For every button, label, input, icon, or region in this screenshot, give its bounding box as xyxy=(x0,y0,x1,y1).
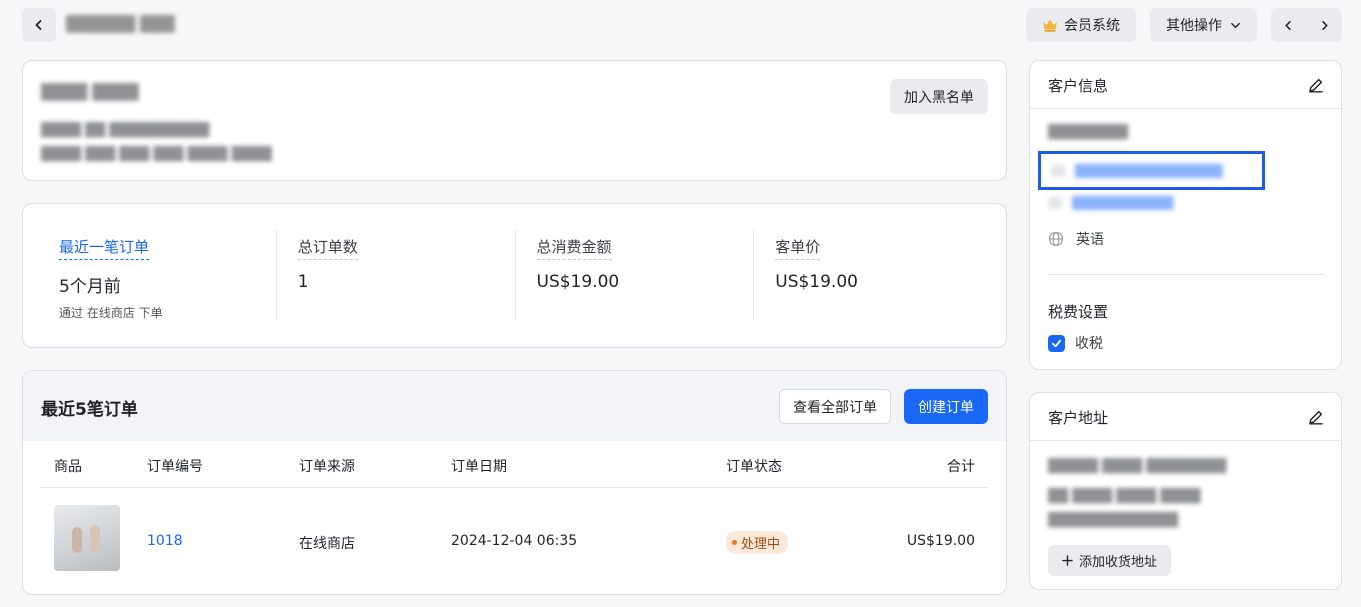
stat-average-order-value: 客单价 US$19.00 xyxy=(753,204,992,347)
customer-language: 英语 xyxy=(1076,232,1104,248)
column-header-product: 商品 xyxy=(54,459,82,475)
recent-orders-title: 最近5笔订单 xyxy=(41,400,138,420)
customer-detail-line: ████ ██ ██████████ xyxy=(41,123,210,138)
stat-label: 总消费金额 xyxy=(536,236,612,260)
column-header-date: 订单日期 xyxy=(451,459,507,475)
column-header-total: 合计 xyxy=(947,459,975,475)
add-shipping-address-label: 添加收货地址 xyxy=(1078,555,1157,570)
customer-address-card: 客户地址 █████ ████ ████████ ██ ████ ████ ██… xyxy=(1029,392,1342,590)
email-row: ████████████████ xyxy=(1038,151,1265,190)
divider xyxy=(1048,274,1324,275)
collect-tax-label: 收税 xyxy=(1075,336,1103,352)
previous-record-button[interactable] xyxy=(1271,8,1307,42)
status-dot-icon xyxy=(732,540,737,545)
stat-note: 通过 在线商店 下单 xyxy=(59,306,163,320)
stat-total-orders: 总订单数 1 xyxy=(275,204,515,347)
stat-value: 1 xyxy=(297,272,309,292)
order-date: 2024-12-04 06:35 xyxy=(451,533,578,549)
stat-label: 客单价 xyxy=(775,236,821,260)
phone-icon xyxy=(1048,197,1062,209)
column-header-order-number: 订单编号 xyxy=(147,459,203,475)
stat-value: 5个月前 xyxy=(59,277,121,297)
customer-address-title: 客户地址 xyxy=(1048,409,1109,427)
order-source: 在线商店 xyxy=(299,536,355,552)
view-all-orders-button[interactable]: 查看全部订单 xyxy=(779,389,891,424)
language-row: 英语 xyxy=(1048,229,1104,249)
next-record-button[interactable] xyxy=(1307,8,1343,42)
add-shipping-address-button[interactable]: 添加收货地址 xyxy=(1048,545,1171,576)
add-to-blacklist-button[interactable]: 加入黑名单 xyxy=(890,79,988,114)
crown-icon xyxy=(1043,19,1057,32)
plus-icon xyxy=(1062,555,1073,566)
recent-orders-card: 最近5笔订单 查看全部订单 创建订单 商品 订单编号 订单来源 订单日期 订单状… xyxy=(22,370,1007,595)
edit-icon[interactable] xyxy=(1307,76,1325,94)
stat-label: 总订单数 xyxy=(297,236,358,260)
checkmark-icon xyxy=(1051,339,1062,347)
column-header-status: 订单状态 xyxy=(726,459,782,475)
table-header-row: 商品 订单编号 订单来源 订单日期 订单状态 合计 xyxy=(41,441,988,488)
stat-last-order: 最近一笔订单 5个月前 通过 在线商店 下单 xyxy=(37,204,276,347)
chevron-left-icon xyxy=(1285,20,1291,30)
chevron-left-icon xyxy=(35,20,42,30)
stat-value: US$19.00 xyxy=(536,272,620,292)
table-row[interactable]: 1018 在线商店 2024-12-04 06:35 处理中 US$19.00 xyxy=(41,488,988,594)
customer-info-card: 客户信息 ████████ ████████████████ █████████… xyxy=(1029,60,1342,370)
customer-detail-line: ████ ███ ███ ███ ████ ████ xyxy=(41,147,272,162)
orders-table: 商品 订单编号 订单来源 订单日期 订单状态 合计 1018 在线商店 2024… xyxy=(41,441,988,594)
tax-settings-title: 税费设置 xyxy=(1048,303,1109,321)
edit-icon[interactable] xyxy=(1307,408,1325,426)
customer-info-title: 客户信息 xyxy=(1048,77,1109,95)
order-total: US$19.00 xyxy=(906,533,975,549)
customer-info-header: 客户信息 xyxy=(1030,61,1341,109)
record-pager xyxy=(1271,8,1342,42)
globe-icon xyxy=(1048,231,1064,247)
collect-tax-checkbox[interactable] xyxy=(1048,334,1065,352)
mail-icon xyxy=(1051,164,1065,177)
customer-phone-link[interactable]: ███████████ xyxy=(1072,196,1174,210)
stat-value: US$19.00 xyxy=(775,272,858,292)
column-header-source: 订单来源 xyxy=(299,459,355,475)
more-actions-label: 其他操作 xyxy=(1166,18,1222,34)
more-actions-dropdown[interactable]: 其他操作 xyxy=(1150,8,1257,42)
stat-total-spent: 总消费金额 US$19.00 xyxy=(514,204,754,347)
create-order-button[interactable]: 创建订单 xyxy=(904,389,988,424)
customer-info-name: ████████ xyxy=(1048,125,1128,140)
address-line: █████ ████ ████████ xyxy=(1048,459,1227,474)
order-status-label: 处理中 xyxy=(741,537,781,552)
phone-row: ███████████ xyxy=(1048,196,1174,210)
customer-email-link[interactable]: ████████████████ xyxy=(1075,164,1223,178)
tax-setting-row: 收税 xyxy=(1048,333,1103,353)
back-button[interactable] xyxy=(22,8,56,42)
recent-orders-header: 最近5笔订单 查看全部订单 创建订单 xyxy=(23,371,1006,441)
order-stats-card: 最近一笔订单 5个月前 通过 在线商店 下单 总订单数 1 总消费金额 US$1… xyxy=(22,203,1007,348)
stat-label[interactable]: 最近一笔订单 xyxy=(59,236,150,260)
page-title: ██████ ███ xyxy=(66,15,175,33)
member-system-label: 会员系统 xyxy=(1064,18,1120,34)
address-line: █████████████ xyxy=(1048,513,1178,528)
order-status-badge: 处理中 xyxy=(726,531,789,554)
order-number-link[interactable]: 1018 xyxy=(147,533,183,549)
product-thumbnail xyxy=(54,505,120,571)
customer-name: ████ ████ xyxy=(41,83,139,101)
chevron-down-icon xyxy=(1231,22,1240,28)
member-system-button[interactable]: 会员系统 xyxy=(1026,8,1136,42)
customer-address-header: 客户地址 xyxy=(1030,393,1341,441)
chevron-right-icon xyxy=(1322,20,1328,30)
address-line: ██ ████ ████ ████ xyxy=(1048,489,1201,504)
customer-profile-card: ████ ████ ████ ██ ██████████ ████ ███ ██… xyxy=(22,60,1007,181)
